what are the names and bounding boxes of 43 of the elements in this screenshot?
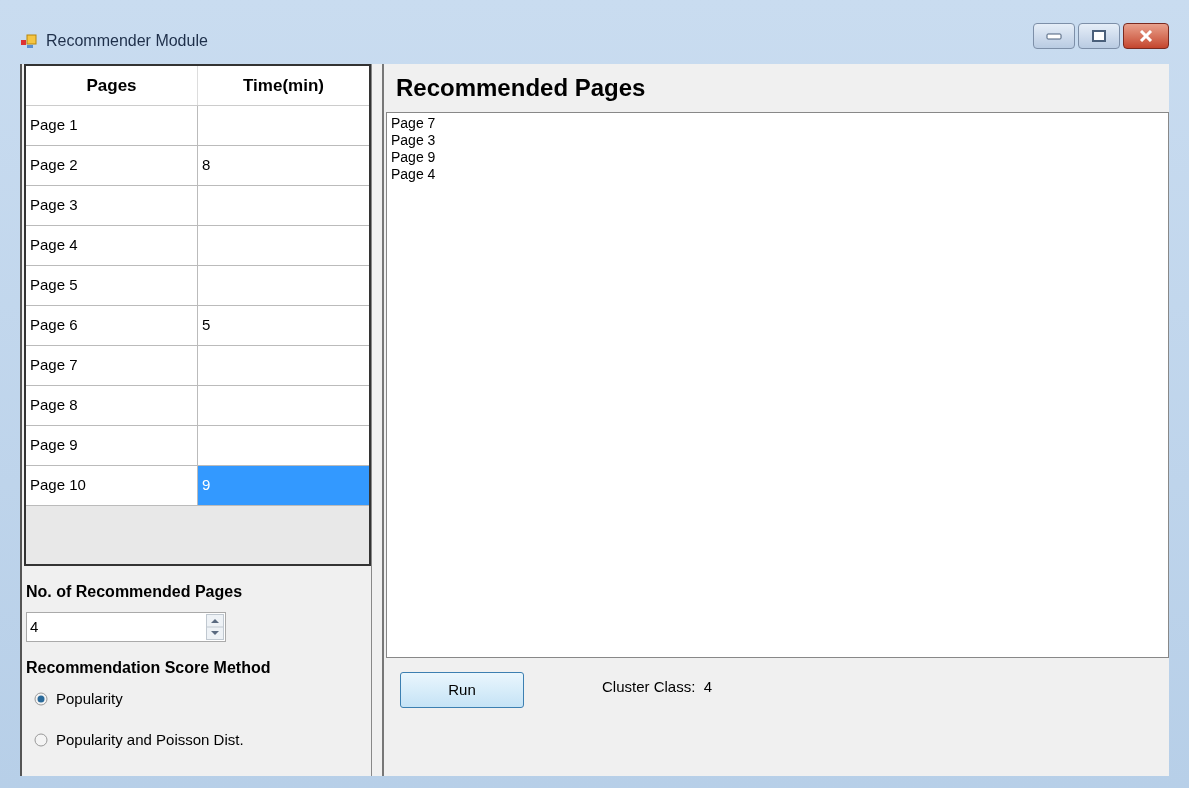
results-list[interactable]: Page 7 Page 3 Page 9 Page 4: [386, 112, 1169, 658]
table-cell[interactable]: Page 7: [26, 346, 198, 386]
list-item[interactable]: Page 4: [391, 166, 1164, 183]
window-title: Recommender Module: [46, 31, 208, 51]
table-cell[interactable]: Page 4: [26, 226, 198, 266]
run-button[interactable]: Run: [400, 672, 524, 708]
maximize-button[interactable]: [1078, 23, 1120, 49]
list-item[interactable]: Page 3: [391, 132, 1164, 149]
table-cell[interactable]: Page 2: [26, 146, 198, 186]
table-cell[interactable]: Page 9: [26, 426, 198, 466]
maximize-icon: [1092, 30, 1106, 42]
column-header[interactable]: Pages: [26, 66, 198, 105]
table-cell[interactable]: Page 10: [26, 466, 198, 506]
table-cell[interactable]: Page 3: [26, 186, 198, 226]
table-cell[interactable]: 5: [198, 306, 369, 346]
table-cell[interactable]: [198, 346, 369, 386]
spinner-arrows-icon: [206, 614, 224, 640]
column-header[interactable]: Time(min): [198, 66, 369, 105]
field-label: No. of Recommended Pages: [26, 582, 244, 602]
cluster-class-label: Cluster Class: 4: [602, 677, 713, 697]
number-spinner[interactable]: 4: [26, 612, 226, 642]
minimize-icon: [1046, 32, 1062, 40]
table-cell[interactable]: Page 6: [26, 306, 198, 346]
table-cell[interactable]: [198, 426, 369, 466]
close-button[interactable]: [1123, 23, 1169, 49]
table-cell[interactable]: [198, 386, 369, 426]
table-cell[interactable]: Page 8: [26, 386, 198, 426]
list-item[interactable]: Page 9: [391, 149, 1164, 166]
table-cell[interactable]: [198, 226, 369, 266]
section-title: Recommended Pages: [396, 73, 646, 103]
table-cell[interactable]: Page 1: [26, 106, 198, 146]
close-icon: [1139, 30, 1153, 42]
table-cell[interactable]: [198, 106, 369, 146]
table-cell[interactable]: [198, 266, 369, 306]
table-cell[interactable]: Page 5: [26, 266, 198, 306]
group-label: Recommendation Score Method: [26, 658, 272, 678]
list-item[interactable]: Page 7: [391, 115, 1164, 132]
radio-option[interactable]: Popularity and Poisson Dist.: [34, 728, 369, 751]
app-icon: [20, 32, 38, 50]
radio-option[interactable]: Popularity: [34, 688, 369, 711]
minimize-button[interactable]: [1033, 23, 1075, 49]
table-cell[interactable]: [198, 186, 369, 226]
table-cell[interactable]: 8: [198, 146, 369, 186]
